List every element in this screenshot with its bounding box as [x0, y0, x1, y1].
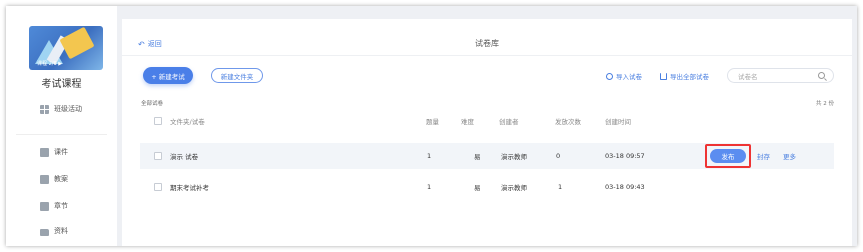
- archive-link[interactable]: 封存: [757, 151, 770, 161]
- exam-name[interactable]: 演示 试卷: [170, 151, 198, 161]
- sidebar-item-lesson-plan[interactable]: 教案: [40, 174, 68, 184]
- highlight-annotation: [705, 144, 751, 168]
- row-checkbox[interactable]: [154, 183, 162, 191]
- sidebar-item-class-activity[interactable]: 班级活动: [40, 104, 82, 114]
- course-title: 考试课程: [41, 79, 82, 90]
- sidebar-item-label: 教案: [54, 175, 68, 183]
- sidebar-item-courseware[interactable]: 课件: [40, 147, 68, 157]
- sidebar-divider: [16, 134, 107, 135]
- list-icon: [40, 201, 49, 211]
- table-header: 文件夹/试卷 题量 难度 创建者 发放次数 创建时间: [140, 111, 834, 131]
- export-label: 导出全部试卷: [670, 73, 709, 81]
- sidebar-item-label: 章节: [54, 202, 68, 210]
- column-header-created: 创建时间: [605, 118, 631, 126]
- column-header-count: 题量: [426, 118, 439, 126]
- question-count: 1: [427, 152, 432, 160]
- grid-icon: [40, 104, 49, 114]
- import-exam-link[interactable]: 导入试卷: [606, 71, 642, 81]
- sidebar-item-materials[interactable]: 资料: [40, 226, 68, 236]
- folder-icon: [40, 228, 49, 236]
- column-header-name: 文件夹/试卷: [170, 118, 205, 126]
- document-icon: [40, 147, 49, 157]
- sent-count: 0: [556, 152, 561, 160]
- exam-name[interactable]: 期末考试补考: [170, 182, 209, 192]
- created-time: 03-18 09:43: [605, 183, 645, 191]
- app-window: 课程 2/6 ▶ 考试课程 班级活动 课件 教案 章节 资料 ↶ 返回 试卷库 …: [6, 6, 857, 246]
- difficulty: 易: [474, 153, 481, 161]
- search-placeholder: 试卷名: [738, 72, 758, 81]
- total-count: 共 2 份: [816, 101, 834, 107]
- search-input[interactable]: 试卷名: [727, 68, 834, 83]
- upload-icon: [660, 72, 667, 80]
- difficulty: 易: [474, 184, 481, 192]
- import-icon: [606, 72, 613, 80]
- import-label: 导入试卷: [616, 73, 642, 81]
- export-all-link[interactable]: 导出全部试卷: [660, 71, 709, 81]
- table-row[interactable]: 期末考试补考 1 易 演示教师 1 03-18 09:43: [140, 177, 834, 197]
- page-title: 试卷库: [475, 39, 499, 48]
- row-checkbox[interactable]: [154, 152, 162, 160]
- more-link[interactable]: 更多: [783, 151, 796, 161]
- table-row[interactable]: 演示 试卷 1 易 演示教师 0 03-18 09:57 发布 封存 更多: [140, 143, 834, 169]
- header-divider: [122, 55, 852, 56]
- question-count: 1: [427, 183, 432, 191]
- created-time: 03-18 09:57: [605, 152, 645, 160]
- select-all-checkbox[interactable]: [154, 117, 162, 125]
- sidebar-item-label: 资料: [54, 227, 68, 235]
- column-header-difficulty: 难度: [461, 118, 474, 126]
- search-icon[interactable]: [818, 72, 825, 79]
- creator: 演示教师: [501, 153, 527, 161]
- sidebar-item-label: 班级活动: [54, 105, 82, 113]
- document-icon: [40, 174, 49, 184]
- sidebar-item-label: 课件: [54, 148, 68, 156]
- cover-decoration: [59, 26, 95, 60]
- course-cover-image[interactable]: 课程 2/6 ▶: [29, 26, 103, 70]
- column-header-sent-count: 发放次数: [555, 118, 581, 126]
- sent-count: 1: [558, 183, 563, 191]
- new-exam-button[interactable]: + 新建考试: [143, 67, 193, 84]
- cover-caption: 课程 2/6 ▶: [37, 61, 63, 67]
- section-label: 全部试卷: [141, 101, 164, 107]
- sidebar: 课程 2/6 ▶ 考试课程 班级活动 课件 教案 章节 资料: [6, 6, 117, 246]
- main-panel: ↶ 返回 试卷库 + 新建考试 新建文件夹 导入试卷 导出全部试卷 试卷名 全部…: [122, 19, 852, 246]
- new-folder-button[interactable]: 新建文件夹: [211, 68, 263, 83]
- sidebar-item-chapters[interactable]: 章节: [40, 201, 68, 211]
- creator: 演示教师: [501, 184, 527, 192]
- column-header-creator: 创建者: [499, 118, 519, 126]
